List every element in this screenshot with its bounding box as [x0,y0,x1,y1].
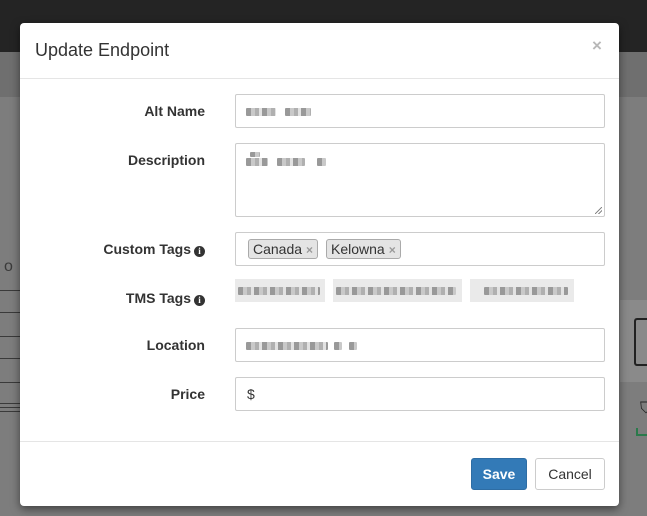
tag-label: Kelowna [331,241,385,257]
redacted-text [317,158,326,166]
tms-tag [235,279,325,302]
update-endpoint-modal: Update Endpoint × Alt Name Description C… [20,23,619,506]
custom-tags-input[interactable]: Canada × Kelowna × [235,232,605,266]
redacted-text [246,158,268,166]
description-label: Description [127,152,205,168]
price-input[interactable]: $ [235,377,605,411]
modal-footer: Save Cancel [20,441,619,507]
background-frame [634,318,647,366]
alt-name-label: Alt Name [144,103,205,119]
redacted-text [484,287,568,295]
tag-remove-icon[interactable]: × [306,243,313,257]
price-label: Price [170,386,205,402]
cancel-button[interactable]: Cancel [535,458,605,490]
redacted-text [246,342,328,350]
background-rule [0,411,20,412]
custom-tags-label-text: Custom Tags [103,241,191,257]
background-rule [0,382,20,383]
check-icon [636,428,647,436]
tag-remove-icon[interactable]: × [389,243,396,257]
location-label: Location [146,337,205,353]
background-rule [0,290,20,291]
redacted-text [334,342,342,350]
redacted-text [246,108,276,116]
background-glyph: o [4,258,13,275]
description-textarea[interactable] [235,143,605,217]
modal-header: Update Endpoint × [20,23,619,79]
redacted-text [285,108,311,116]
modal-title: Update Endpoint [35,40,170,60]
save-button[interactable]: Save [471,458,527,490]
tms-tag [470,279,574,302]
alt-name-input[interactable] [235,94,605,128]
info-icon[interactable]: i [194,295,205,306]
redacted-text [277,158,305,166]
background-rule [0,312,20,313]
info-icon[interactable]: i [194,246,205,257]
tms-tags-label-text: TMS Tags [125,290,191,306]
background-rule [0,336,20,337]
tag-kelowna: Kelowna × [326,239,401,259]
background-rule [0,407,20,408]
location-input[interactable] [235,328,605,362]
resize-grip-icon[interactable] [595,207,602,214]
background-rule [0,358,20,359]
tag-canada: Canada × [248,239,319,259]
redacted-text [349,342,357,350]
tag-label: Canada [253,241,303,257]
tms-tag [333,279,462,302]
filter-icon: ⛉ [640,398,647,417]
tms-tags-label: TMS Tags i [20,290,205,306]
background-rule [0,403,20,404]
redacted-text [250,152,260,157]
redacted-text [238,287,320,295]
close-icon[interactable]: × [592,36,602,56]
currency-prefix: $ [247,386,255,402]
redacted-text [336,287,456,295]
custom-tags-label: Custom Tags i [20,241,205,257]
